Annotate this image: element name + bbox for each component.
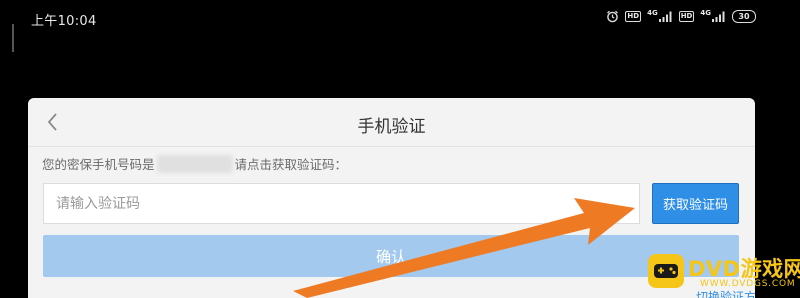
phone-verification-dialog: 手机验证 您的密保手机号码是 请点击获取验证码： 获取验证码 确认 切换验证方式 — [28, 98, 755, 298]
status-time: 上午10:04 — [31, 14, 97, 29]
hd-icon: HD — [625, 11, 642, 22]
network-type-label: 4G — [700, 8, 711, 17]
dialog-header: 手机验证 — [28, 98, 755, 147]
status-icons: HD 4G HD 4G 30 — [606, 8, 756, 23]
masked-phone-number — [156, 154, 233, 173]
gamepad-logo-icon — [648, 254, 684, 288]
verification-code-input[interactable] — [43, 183, 640, 224]
prompt-text-before: 您的密保手机号码是 — [42, 157, 155, 172]
signal-icon: 4G — [647, 8, 673, 22]
phone-prompt: 您的密保手机号码是 请点击获取验证码： — [42, 154, 347, 173]
watermark: DVD游戏网 WWW.DVDGS.COM — [648, 252, 800, 292]
battery-icon: 30 — [732, 10, 756, 23]
get-code-button[interactable]: 获取验证码 — [652, 183, 739, 224]
alarm-icon — [606, 10, 619, 23]
signal-icon: 4G — [700, 8, 726, 22]
dialog-title: 手机验证 — [357, 117, 426, 137]
confirm-button[interactable]: 确认 — [43, 235, 739, 277]
edge-indicator — [12, 24, 14, 52]
prompt-text-after: 请点击获取验证码： — [234, 157, 348, 172]
network-type-label: 4G — [647, 8, 658, 17]
watermark-url: WWW.DVDGS.COM — [700, 279, 796, 289]
hd-icon: HD — [678, 11, 695, 22]
status-bar: 上午10:04 HD 4G HD 4G 30 — [0, 0, 800, 36]
